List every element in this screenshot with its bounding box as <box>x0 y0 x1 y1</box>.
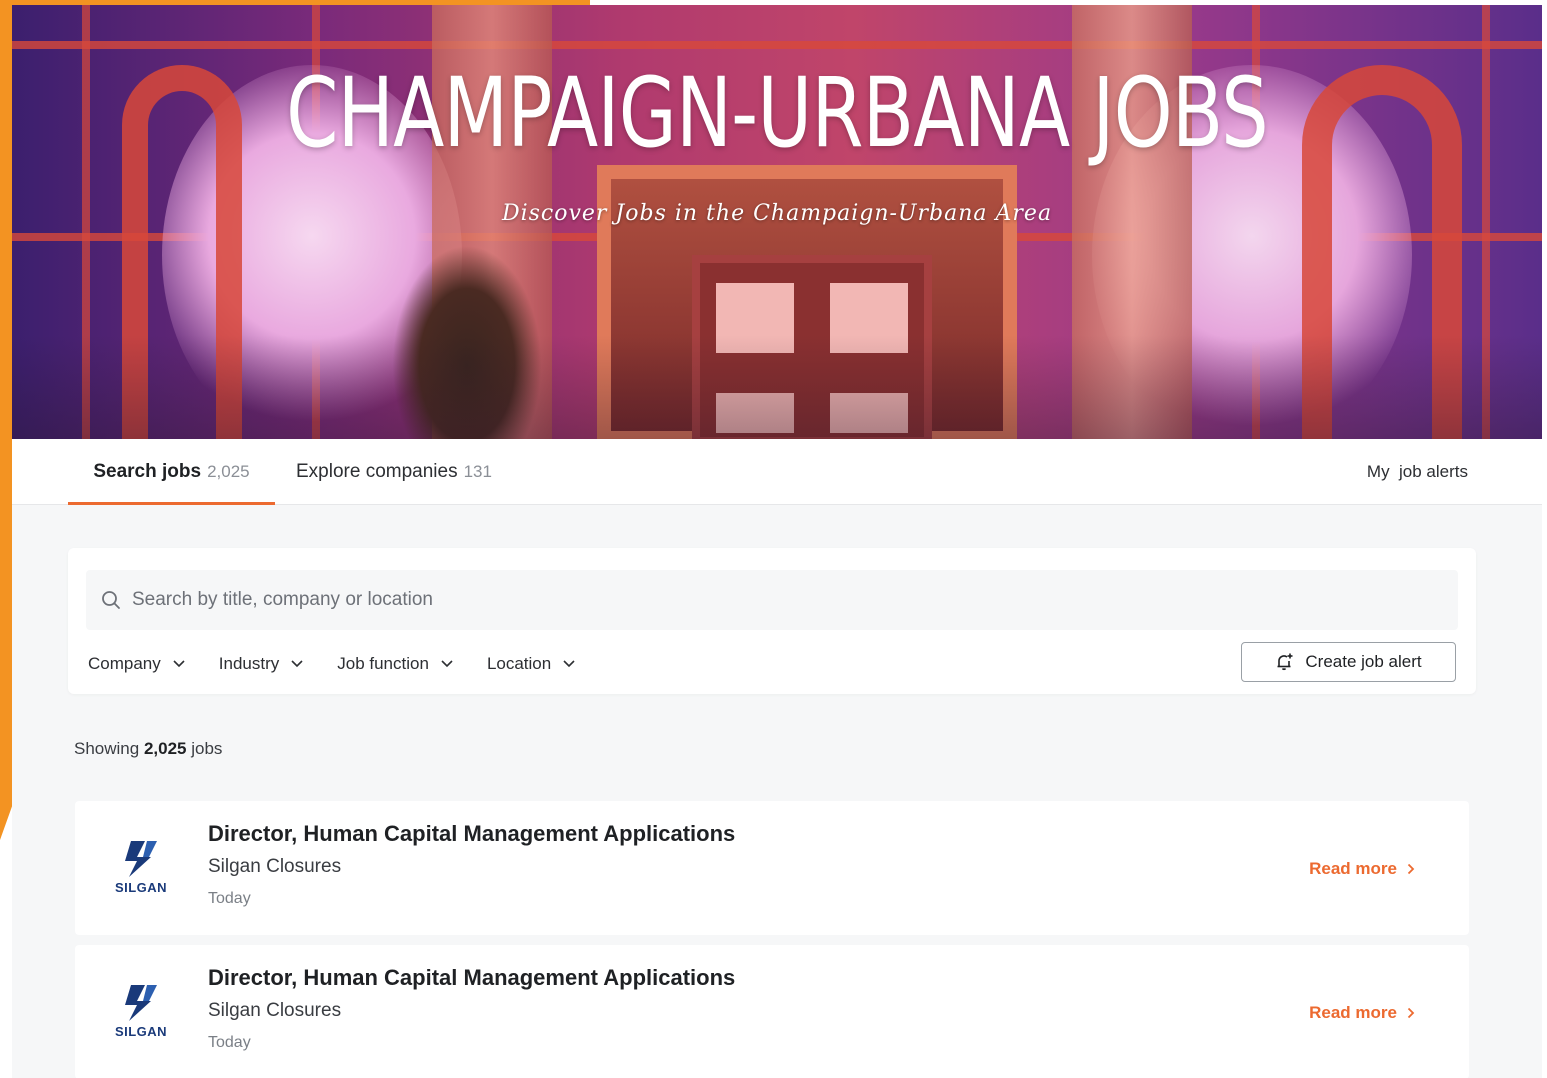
filter-bar: Company Industry Job function Location <box>88 644 609 684</box>
chevron-down-icon <box>441 658 453 670</box>
search-box[interactable] <box>86 570 1458 630</box>
tab-bar: Search jobs 2,025 Explore companies 131 … <box>12 439 1542 505</box>
hero-subtitle: Discover Jobs in the Champaign-Urbana Ar… <box>501 201 1053 226</box>
read-more-link[interactable]: Read more <box>1309 1003 1417 1023</box>
my-job-alerts-link[interactable]: My job alerts <box>1367 439 1468 505</box>
filter-industry[interactable]: Industry <box>219 654 303 674</box>
hero-beam <box>12 41 1542 49</box>
job-company: Silgan Closures <box>208 856 342 877</box>
filter-label: Industry <box>218 654 280 673</box>
job-title[interactable]: Director, Human Capital Management Appli… <box>208 965 735 991</box>
job-card[interactable]: SILGAN Director, Human Capital Managemen… <box>75 945 1469 1078</box>
job-card[interactable]: SILGAN Director, Human Capital Managemen… <box>75 801 1469 935</box>
filter-job-function[interactable]: Job function <box>337 654 453 674</box>
silgan-logo-mark <box>125 985 157 1021</box>
page: CHAMPAIGN-URBANA JOBS Discover Jobs in t… <box>12 5 1542 1078</box>
chevron-down-icon <box>173 658 185 670</box>
job-company: Silgan Closures <box>208 1000 342 1021</box>
results-prefix: Showing <box>74 739 140 758</box>
silgan-logo: SILGAN <box>109 979 173 1043</box>
read-more-link[interactable]: Read more <box>1309 859 1417 879</box>
job-date: Today <box>208 1034 251 1051</box>
hero-title: CHAMPAIGN-URBANA JOBS <box>286 57 1269 169</box>
job-title[interactable]: Director, Human Capital Management Appli… <box>208 821 735 847</box>
chevron-down-icon <box>291 658 303 670</box>
search-panel: Company Industry Job function Location <box>68 548 1476 694</box>
create-job-alert-button[interactable]: Create job alert <box>1241 642 1456 682</box>
bell-plus-icon <box>1275 652 1295 672</box>
tab-search-jobs[interactable]: Search jobs 2,025 <box>68 439 275 505</box>
chevron-down-icon <box>563 658 575 670</box>
hero-shade <box>12 335 1542 439</box>
tab-label: Explore companies <box>296 461 458 482</box>
filter-label: Company <box>88 654 161 673</box>
job-date: Today <box>208 890 251 907</box>
logo-wordmark: SILGAN <box>114 1024 168 1039</box>
tab-count: 2,025 <box>207 462 250 481</box>
search-input[interactable] <box>132 589 1432 611</box>
results-number: 2,025 <box>143 739 187 758</box>
silgan-logo-mark <box>125 841 157 877</box>
search-icon <box>100 589 122 611</box>
filter-label: Location <box>486 654 552 673</box>
hero-banner: CHAMPAIGN-URBANA JOBS Discover Jobs in t… <box>12 5 1542 439</box>
logo-wordmark: SILGAN <box>114 880 168 895</box>
tab-label: Search jobs <box>93 461 202 482</box>
read-more-label: Read more <box>1309 1003 1397 1022</box>
filter-company[interactable]: Company <box>88 654 185 674</box>
tab-explore-companies[interactable]: Explore companies 131 <box>296 439 492 505</box>
chevron-right-icon <box>1407 1007 1417 1019</box>
my-job-alerts-label: My job alerts <box>1366 462 1468 481</box>
page-accent-left <box>0 0 12 840</box>
create-job-alert-label: Create job alert <box>1305 652 1422 671</box>
filter-location[interactable]: Location <box>487 654 575 674</box>
chevron-right-icon <box>1407 863 1417 875</box>
results-count: Showing 2,025 jobs <box>74 739 222 759</box>
filter-label: Job function <box>337 654 429 673</box>
read-more-label: Read more <box>1309 859 1397 878</box>
results-suffix: jobs <box>191 739 223 758</box>
tab-count: 131 <box>463 462 492 481</box>
silgan-logo: SILGAN <box>109 835 173 899</box>
